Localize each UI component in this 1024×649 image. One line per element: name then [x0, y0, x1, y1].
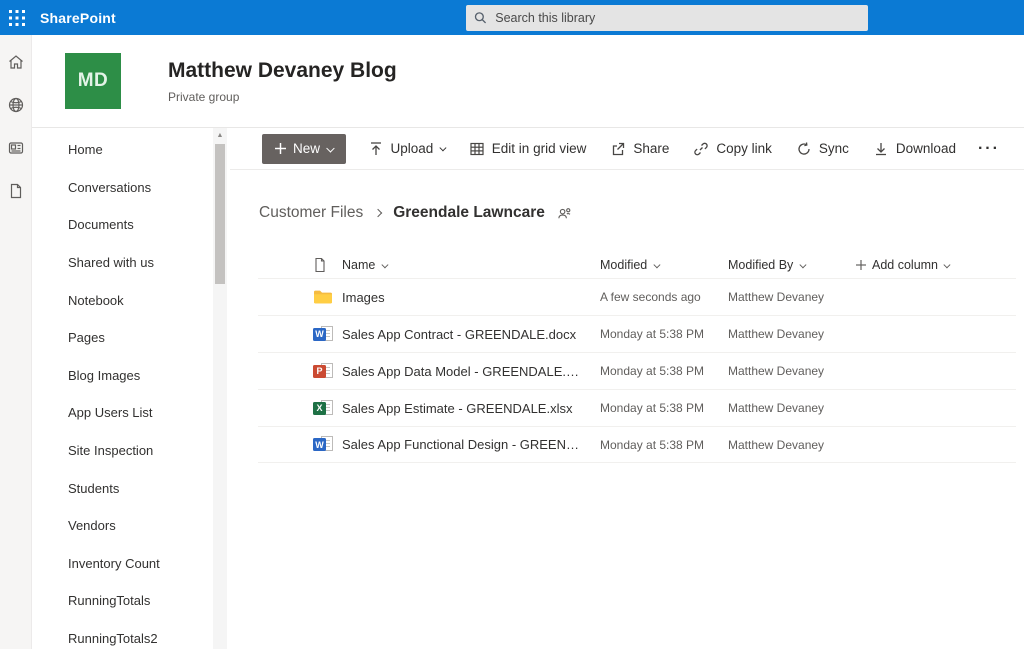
site-header: MD Matthew Devaney Blog Private group	[32, 35, 1024, 128]
share-button[interactable]: Share	[600, 134, 679, 164]
grid-icon	[469, 141, 485, 157]
column-header-name[interactable]: Name	[342, 258, 600, 272]
sharepoint-app: SharePoint	[0, 0, 1024, 649]
table-row-sales-app-functional-design[interactable]: W Sales App Functional Design - GREENDAL…	[258, 426, 1016, 463]
modified-by-value[interactable]: Matthew Devaney	[728, 290, 856, 304]
chevron-down-icon	[327, 144, 335, 152]
document-icon[interactable]	[7, 182, 25, 200]
upload-icon	[368, 141, 384, 157]
modified-by-value[interactable]: Matthew Devaney	[728, 327, 856, 341]
sidebar-item-runningtotals2[interactable]: RunningTotals2	[32, 620, 230, 649]
chevron-down-icon	[382, 261, 388, 267]
chevron-down-icon	[944, 261, 950, 267]
download-button[interactable]: Download	[863, 134, 966, 164]
app-launcher-waffle-icon[interactable]	[0, 0, 34, 35]
sidebar-item-inventory-count[interactable]: Inventory Count	[32, 545, 230, 583]
shared-folder-people-icon	[557, 206, 572, 221]
file-name-link[interactable]: Sales App Data Model - GREENDALE.pptx	[342, 364, 600, 379]
suite-bar: SharePoint	[0, 0, 1024, 35]
sidebar-item-blog-images[interactable]: Blog Images	[32, 357, 230, 395]
site-logo-avatar[interactable]: MD	[65, 53, 121, 109]
new-button[interactable]: New	[262, 134, 346, 164]
excel-file-icon: X	[313, 400, 333, 417]
command-bar: New Upload	[230, 128, 1024, 170]
plus-icon	[856, 260, 866, 270]
globe-icon[interactable]	[7, 96, 25, 114]
waffle-icon	[9, 10, 25, 26]
page-icon	[313, 257, 327, 273]
modified-value: Monday at 5:38 PM	[600, 438, 728, 452]
download-icon	[873, 141, 889, 157]
sidebar-scrollbar[interactable]: ▲	[213, 128, 227, 649]
modified-by-value[interactable]: Matthew Devaney	[728, 438, 856, 452]
modified-value: Monday at 5:38 PM	[600, 364, 728, 378]
news-icon[interactable]	[7, 139, 25, 157]
table-row-images-folder[interactable]: Images A few seconds ago Matthew Devaney	[258, 278, 1016, 315]
modified-value: Monday at 5:38 PM	[600, 401, 728, 415]
modified-value: Monday at 5:38 PM	[600, 327, 728, 341]
library-search-box[interactable]	[466, 5, 868, 31]
word-file-icon: W	[313, 436, 333, 453]
upload-button[interactable]: Upload	[358, 134, 455, 164]
search-input[interactable]	[495, 11, 860, 25]
breadcrumb-customer-files[interactable]: Customer Files	[259, 204, 363, 222]
overflow-menu-button[interactable]: ···	[970, 134, 1008, 164]
site-privacy-label: Private group	[168, 90, 397, 104]
word-file-icon: W	[313, 326, 333, 343]
table-row-sales-app-contract[interactable]: W Sales App Contract - GREENDALE.docx Mo…	[258, 315, 1016, 352]
documents-table: Name Modified Modified By	[258, 252, 1016, 463]
file-name-link[interactable]: Sales App Contract - GREENDALE.docx	[342, 327, 600, 342]
add-column-button[interactable]: Add column	[856, 258, 1016, 272]
chevron-down-icon	[654, 261, 660, 267]
file-name-link[interactable]: Sales App Estimate - GREENDALE.xlsx	[342, 401, 600, 416]
sidebar-item-app-users-list[interactable]: App Users List	[32, 394, 230, 432]
scrollbar-thumb[interactable]	[215, 144, 225, 284]
sidebar-item-runningtotals[interactable]: RunningTotals	[32, 582, 230, 620]
breadcrumb: Customer Files Greendale Lawncare	[259, 204, 1024, 222]
sync-icon	[796, 141, 812, 157]
site-title[interactable]: Matthew Devaney Blog	[168, 59, 397, 83]
sidebar-item-home[interactable]: Home	[32, 131, 230, 169]
sidebar-item-vendors[interactable]: Vendors	[32, 507, 230, 545]
file-name-link[interactable]: Images	[342, 290, 600, 305]
link-icon	[693, 141, 709, 157]
copy-link-button[interactable]: Copy link	[683, 134, 782, 164]
search-icon	[474, 11, 487, 25]
table-row-sales-app-estimate[interactable]: X Sales App Estimate - GREENDALE.xlsx Mo…	[258, 389, 1016, 426]
sidebar-item-students[interactable]: Students	[32, 469, 230, 507]
sidebar-item-notebook[interactable]: Notebook	[32, 281, 230, 319]
library-content: New Upload	[230, 128, 1024, 649]
ellipsis-icon: ···	[978, 140, 1000, 157]
sidebar-item-site-inspection[interactable]: Site Inspection	[32, 432, 230, 470]
table-header-row: Name Modified Modified By	[258, 252, 1016, 278]
table-row-sales-app-data-model[interactable]: P Sales App Data Model - GREENDALE.pptx …	[258, 352, 1016, 389]
file-name-link[interactable]: Sales App Functional Design - GREENDALE.…	[342, 437, 600, 452]
sync-button[interactable]: Sync	[786, 134, 859, 164]
site-navigation: Home Conversations Documents Shared with…	[32, 128, 230, 649]
column-header-modified-by[interactable]: Modified By	[728, 258, 856, 272]
plus-icon	[275, 143, 286, 154]
file-type-column-header[interactable]	[258, 257, 342, 273]
column-header-modified[interactable]: Modified	[600, 258, 728, 272]
home-icon[interactable]	[7, 53, 25, 71]
folder-icon	[313, 289, 333, 305]
left-app-rail	[0, 35, 32, 649]
edit-in-grid-view-button[interactable]: Edit in grid view	[459, 134, 597, 164]
breadcrumb-greendale-lawncare[interactable]: Greendale Lawncare	[393, 204, 545, 222]
modified-by-value[interactable]: Matthew Devaney	[728, 364, 856, 378]
share-icon	[610, 141, 626, 157]
modified-value: A few seconds ago	[600, 290, 728, 304]
chevron-down-icon	[800, 261, 806, 267]
scrollbar-up-arrow-icon[interactable]: ▲	[214, 131, 226, 141]
chevron-down-icon	[440, 145, 446, 151]
sidebar-item-documents[interactable]: Documents	[32, 206, 230, 244]
breadcrumb-separator-icon	[374, 209, 382, 217]
sharepoint-brand-link[interactable]: SharePoint	[40, 10, 116, 26]
powerpoint-file-icon: P	[313, 363, 333, 380]
sidebar-item-shared-with-us[interactable]: Shared with us	[32, 244, 230, 282]
sidebar-item-conversations[interactable]: Conversations	[32, 169, 230, 207]
modified-by-value[interactable]: Matthew Devaney	[728, 401, 856, 415]
sidebar-item-pages[interactable]: Pages	[32, 319, 230, 357]
